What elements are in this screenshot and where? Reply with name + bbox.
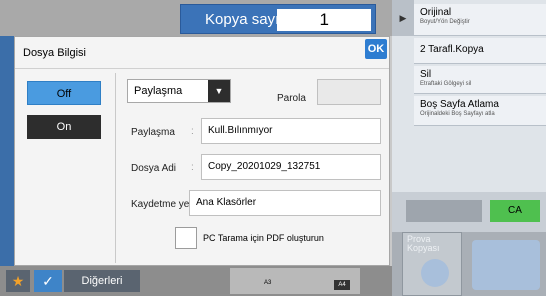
toggle-column: Off On: [15, 69, 115, 265]
star-icon[interactable]: ★: [6, 270, 30, 292]
ca-row: CA: [392, 192, 546, 232]
sharing-field[interactable]: Kull.Bılınmıyor: [201, 118, 381, 144]
panel-toggle-icon[interactable]: ▶: [392, 0, 414, 36]
right-function-panel: ▶ Orijinal Boyut/Yön Değiştir 2 Tarafl.K…: [392, 0, 546, 296]
on-button[interactable]: On: [27, 115, 101, 139]
function-erase[interactable]: Sil Etraftaki Gölgeyi sil: [414, 66, 546, 94]
function-blank-skip[interactable]: Boş Sayfa Atlama Orijinaldeki Boş Sayfay…: [414, 96, 546, 126]
off-button[interactable]: Off: [27, 81, 101, 105]
filename-colon: :: [191, 162, 194, 173]
ok-button[interactable]: OK: [365, 39, 387, 59]
copy-count-bar: Kopya sayısı 1: [180, 4, 376, 34]
check-icon[interactable]: ✓: [34, 270, 62, 292]
file-info-dialog: Dosya Bilgisi OK Off On Paylaşma ▼ Parol…: [14, 36, 390, 266]
password-label: Parola: [277, 93, 306, 104]
pdf-checkbox-label: PC Tarama için PDF oluşturun: [203, 233, 324, 243]
dialog-title: Dosya Bilgisi: [23, 47, 86, 59]
function-original-subtitle: Boyut/Yön Değiştir: [420, 19, 470, 25]
copy-screen: Kopya sayısı 1 ▶ Orijinal Boyut/Yön Deği…: [0, 0, 546, 296]
function-erase-title: Sil: [420, 69, 432, 80]
start-button[interactable]: [472, 240, 540, 290]
proof-copy-button[interactable]: Prova Kopyası: [402, 232, 462, 296]
password-field[interactable]: [317, 79, 381, 105]
sharing-colon: :: [191, 126, 194, 137]
save-location-field[interactable]: Ana Klasörler: [189, 190, 381, 216]
pdf-checkbox[interactable]: [175, 227, 197, 249]
ca-button[interactable]: CA: [490, 200, 540, 222]
function-original-title: Orijinal: [420, 7, 452, 18]
mode-select[interactable]: Paylaşma ▼: [127, 79, 231, 103]
function-blank-skip-subtitle: Orijinaldeki Boş Sayfayı atla: [420, 111, 495, 117]
thumb-a3-label: A3: [264, 280, 272, 286]
paper-thumbnails: A3 A4: [230, 268, 360, 294]
thumb-a4-label: A4: [334, 280, 350, 290]
chevron-down-icon[interactable]: ▼: [208, 80, 230, 102]
mode-select-value: Paylaşma: [134, 85, 183, 97]
function-erase-subtitle: Etraftaki Gölgeyi sil: [420, 81, 472, 87]
proof-copy-icon: [421, 259, 449, 287]
filename-field[interactable]: Copy_20201029_132751: [201, 154, 381, 180]
function-duplex-title: 2 Tarafl.Kopya: [420, 44, 484, 55]
divider: [115, 73, 116, 263]
dialog-header: Dosya Bilgisi OK: [15, 37, 389, 69]
save-location-label: Kaydetme yeri: [131, 199, 195, 210]
bottom-bar: ★ ✓ Diğerleri A3 A4: [0, 266, 392, 296]
function-blank-skip-title: Boş Sayfa Atlama: [420, 99, 499, 110]
filename-label: Dosya Adi: [131, 163, 177, 174]
left-strip: [0, 36, 14, 266]
others-button[interactable]: Diğerleri: [64, 270, 140, 292]
function-original[interactable]: Orijinal Boyut/Yön Değiştir: [414, 4, 546, 36]
proof-copy-label: Prova Kopyası: [407, 234, 440, 253]
start-area: Prova Kopyası: [392, 232, 546, 296]
function-blank-button[interactable]: [406, 200, 482, 222]
copy-count-input[interactable]: 1: [277, 9, 371, 31]
top-bar: Kopya sayısı 1: [0, 0, 392, 36]
sharing-label: Paylaşma: [131, 127, 175, 138]
function-duplex-copy[interactable]: 2 Tarafl.Kopya: [414, 38, 546, 64]
